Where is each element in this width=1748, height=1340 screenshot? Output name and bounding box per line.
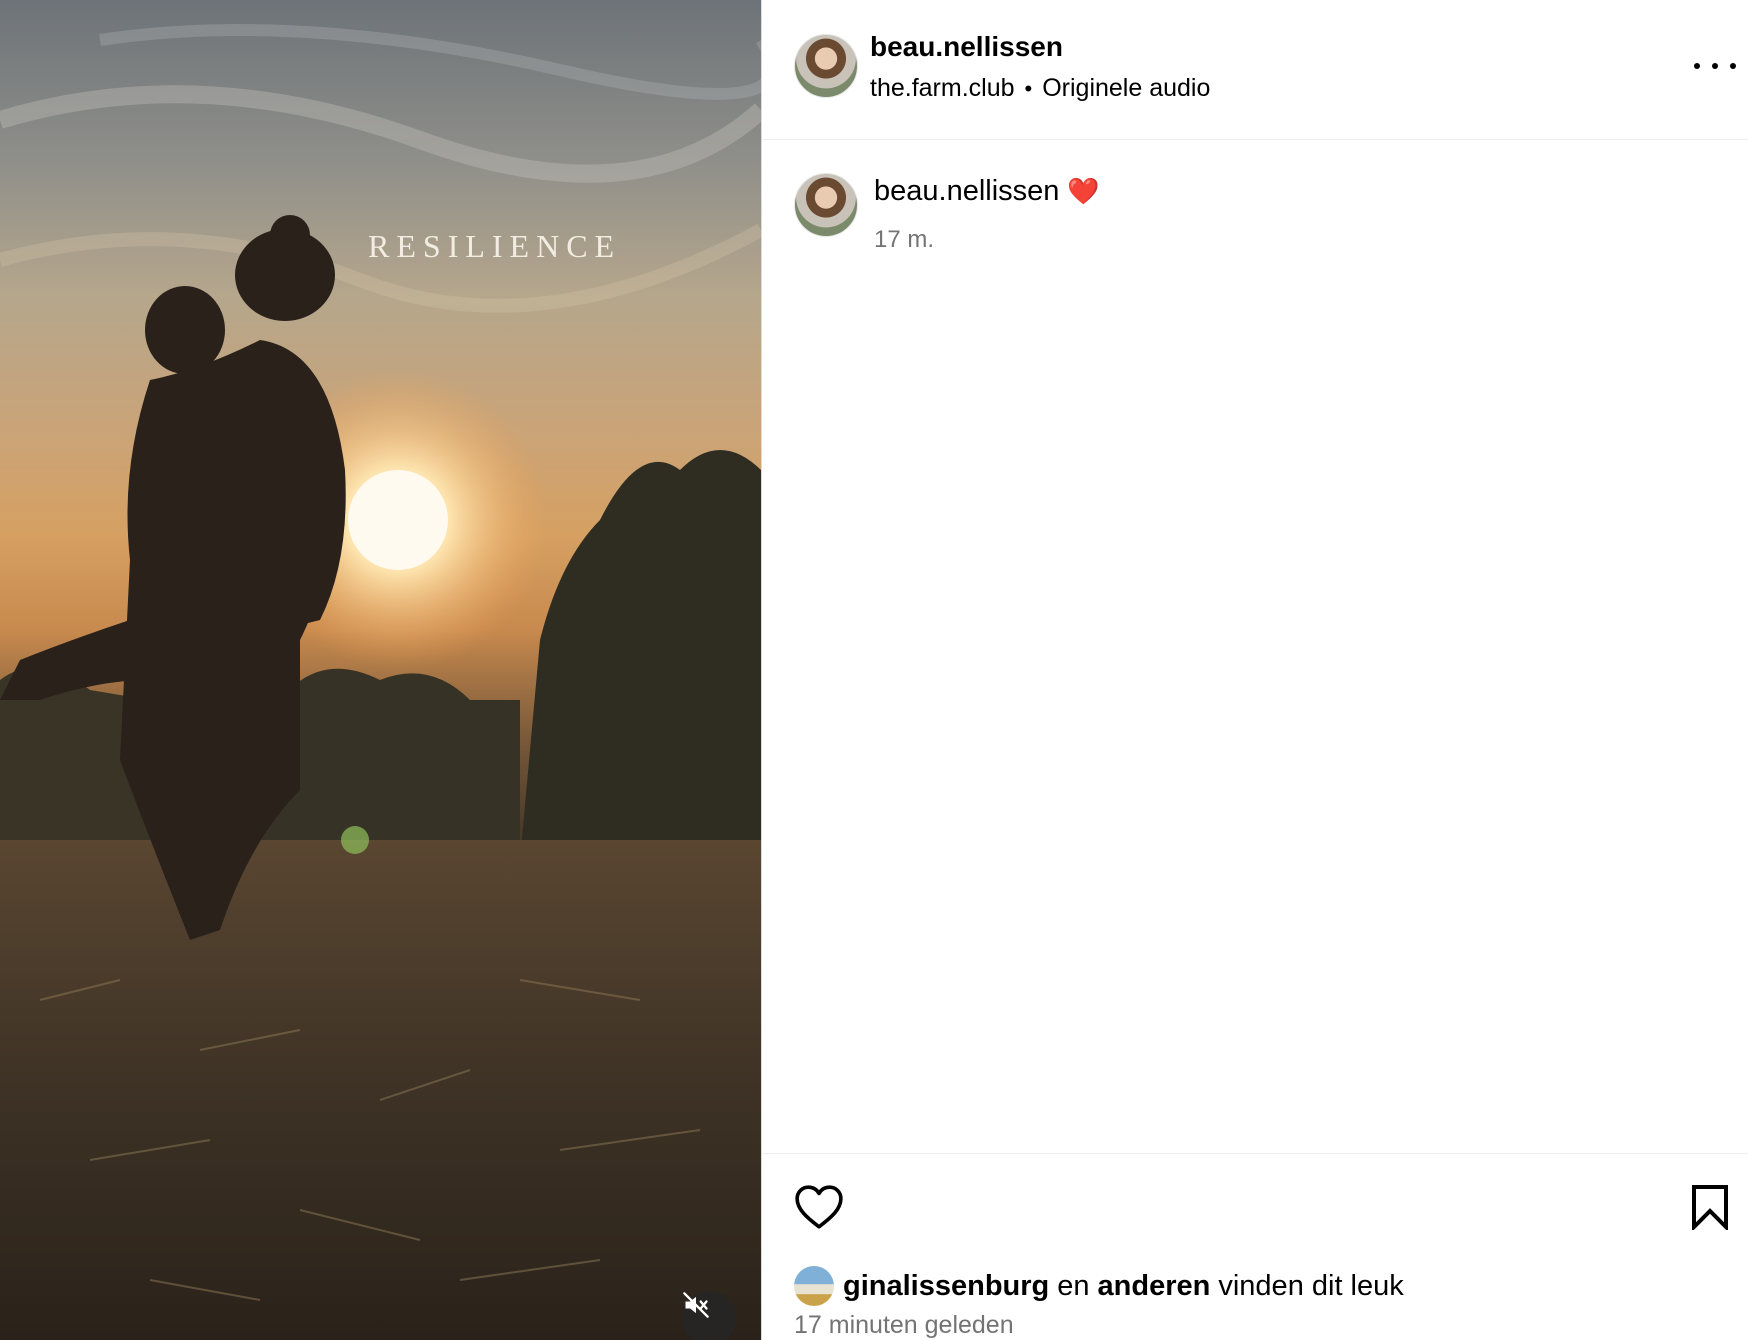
more-options-icon-dot (1730, 63, 1736, 69)
video-overlay-title: RESILIENCE (368, 228, 622, 264)
post-caption: beau.nellissen ❤️ 17 m. (762, 140, 1748, 1150)
liked-by-summary: ginalissenburg en anderen vinden dit leu… (794, 1266, 1404, 1306)
liker-avatar[interactable] (794, 1266, 834, 1306)
caption-author-avatar[interactable] (794, 173, 858, 237)
audio-link[interactable]: Originele audio (1042, 74, 1210, 103)
reel-video[interactable]: RESILIENCE (0, 0, 761, 1340)
liked-by-suffix: vinden dit leuk (1218, 1269, 1404, 1302)
more-options-button[interactable] (1694, 48, 1736, 84)
caption-line: beau.nellissen ❤️ (874, 175, 1100, 208)
post-viewer: RESILIENCE beau.nellissen the.farm.club … (0, 0, 1748, 1340)
post-actions: ginalissenburg en anderen vinden dit leu… (762, 1153, 1748, 1340)
liked-by-connector: en (1057, 1269, 1090, 1302)
author-username[interactable]: beau.nellissen (870, 31, 1063, 63)
more-options-icon (1694, 63, 1700, 69)
more-options-icon-dot (1712, 63, 1718, 69)
bookmark-icon (1692, 1185, 1728, 1232)
author-avatar[interactable] (794, 34, 858, 98)
heart-icon (795, 1185, 843, 1229)
post-subline: the.farm.club • Originele audio (870, 74, 1210, 103)
collab-account-link[interactable]: the.farm.club (870, 74, 1015, 103)
liker-username[interactable]: ginalissenburg (843, 1270, 1049, 1303)
speaker-muted-icon (683, 1292, 709, 1318)
caption-username[interactable]: beau.nellissen (874, 175, 1059, 208)
subline-separator: • (1024, 75, 1033, 101)
mute-toggle-button[interactable] (682, 1291, 736, 1340)
save-button[interactable] (1690, 1184, 1730, 1235)
video-frame-illustration (0, 24, 761, 1340)
caption-timestamp[interactable]: 17 m. (874, 226, 934, 254)
like-button[interactable] (794, 1184, 844, 1235)
post-details-panel: beau.nellissen the.farm.club • Originele… (761, 0, 1748, 1340)
liked-by-others-link[interactable]: anderen (1098, 1270, 1211, 1303)
post-time-ago[interactable]: 17 minuten geleden (794, 1311, 1014, 1340)
post-header: beau.nellissen the.farm.club • Originele… (762, 0, 1748, 140)
caption-text: ❤️ (1067, 176, 1100, 206)
